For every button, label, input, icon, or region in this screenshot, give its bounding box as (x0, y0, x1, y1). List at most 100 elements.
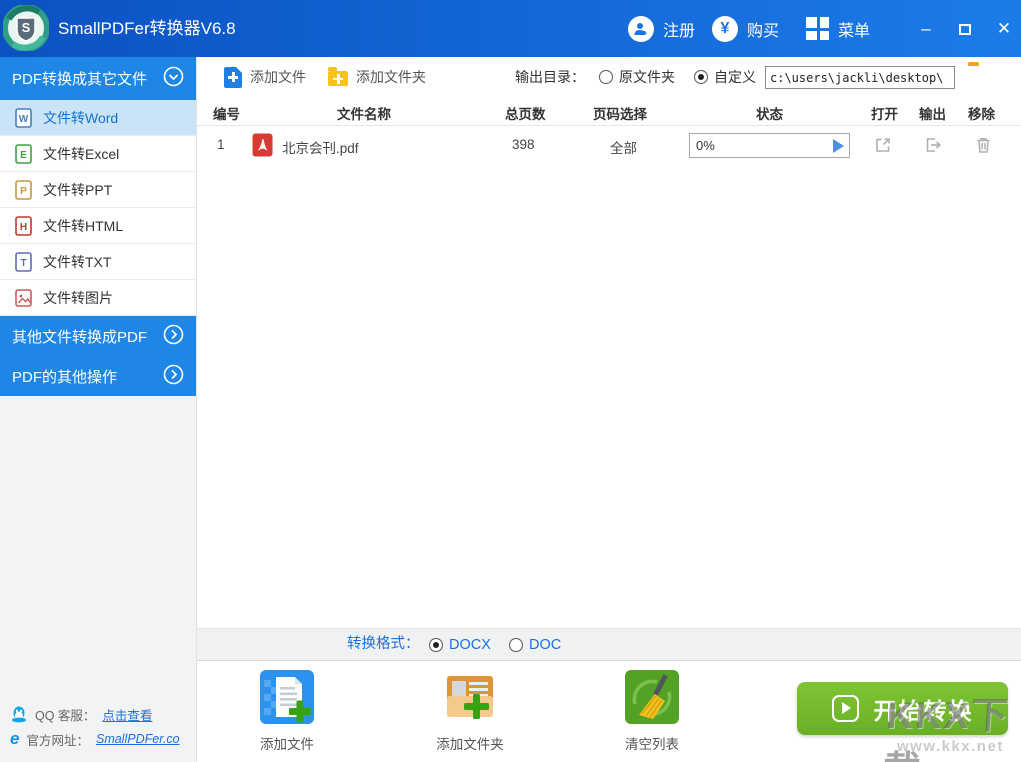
table-header: 编号 文件名称 总页数 页码选择 状态 打开 输出 移除 (197, 97, 1021, 126)
sidebar-items: W 文件转Word E 文件转Excel P 文件转PPT (0, 100, 196, 316)
official-site-row: e 官方网址： SmallPDFer.co (10, 729, 180, 749)
col-number: 编号 (213, 103, 240, 123)
radio-original-folder-label: 原文件夹 (619, 67, 675, 87)
play-icon (832, 695, 859, 722)
col-page-range: 页码选择 (593, 103, 647, 123)
official-site-label: 官方网址： (26, 730, 89, 749)
radio-docx-control[interactable] (429, 638, 443, 652)
sidebar-item-label: 文件转Word (43, 108, 118, 128)
sidebar-item-pdf-to-image[interactable]: 文件转图片 (0, 280, 196, 316)
format-label: 转换格式： (347, 629, 420, 660)
trash-icon[interactable] (974, 135, 993, 158)
txt-doc-icon: T (15, 252, 32, 272)
add-folder-big-icon (443, 670, 497, 724)
minimize-button[interactable]: – (911, 14, 941, 44)
format-option-docx[interactable]: DOCX (429, 629, 491, 660)
file-name: 北京会刊.pdf (282, 137, 359, 157)
col-remove: 移除 (968, 103, 995, 123)
add-file-label: 添加文件 (250, 67, 306, 87)
section-label: PDF转换成其它文件 (12, 68, 147, 89)
radio-doc-control[interactable] (509, 638, 523, 652)
svg-text:T: T (20, 258, 26, 269)
row-start-play-icon[interactable] (833, 139, 844, 153)
sidebar-footer: QQ 客服： 点击查看 e 官方网址： SmallPDFer.co (10, 704, 180, 749)
chevron-down-circle-icon (163, 66, 184, 91)
radio-custom-folder[interactable]: 自定义 (694, 57, 756, 97)
sidebar-item-label: 文件转HTML (43, 216, 123, 236)
excel-doc-icon: E (15, 144, 32, 164)
register-button[interactable]: 注册 (628, 0, 695, 57)
radio-custom-folder-control[interactable] (694, 70, 708, 84)
sidebar-item-pdf-to-word[interactable]: W 文件转Word (0, 100, 196, 136)
app-window: S SmallPDFer转换器V6.8 注册 ¥ 购买 菜单 – (0, 0, 1021, 762)
radio-original-folder-control[interactable] (599, 70, 613, 84)
word-doc-icon: W (15, 108, 32, 128)
sidebar: PDF转换成其它文件 W 文件转Word E (0, 57, 197, 762)
sidebar-item-pdf-to-excel[interactable]: E 文件转Excel (0, 136, 196, 172)
sidebar-section-pdf-other-ops[interactable]: PDF的其他操作 (0, 356, 196, 396)
add-file-icon (224, 67, 242, 88)
buy-button[interactable]: ¥ 购买 (712, 0, 779, 57)
register-label: 注册 (663, 17, 695, 41)
radio-original-folder[interactable]: 原文件夹 (599, 57, 675, 97)
browser-e-icon: e (10, 730, 19, 748)
progress-bar: 0% (689, 133, 850, 158)
sidebar-item-pdf-to-html[interactable]: H 文件转HTML (0, 208, 196, 244)
add-folder-icon (328, 71, 348, 86)
menu-button[interactable]: 菜单 (806, 0, 870, 57)
register-user-icon (628, 16, 654, 42)
qq-support-link[interactable]: 点击查看 (102, 705, 152, 724)
svg-text:H: H (20, 222, 27, 233)
sidebar-section-other-to-pdf[interactable]: 其他文件转换成PDF (0, 316, 196, 356)
maximize-icon (959, 24, 971, 35)
col-filename: 文件名称 (337, 103, 391, 123)
output-folder-icon[interactable] (923, 135, 943, 158)
main-panel: 添加文件 添加文件夹 输出目录： 原文件夹 自定义 编号 文件名称 (197, 57, 1021, 762)
output-path-input[interactable] (765, 66, 955, 89)
col-pages: 总页数 (505, 103, 546, 123)
add-file-toolbar-button[interactable]: 添加文件 (224, 57, 306, 97)
add-file-big-button[interactable]: 添加文件 (232, 670, 342, 753)
qq-support-row: QQ 客服： 点击查看 (10, 704, 180, 724)
radio-custom-folder-label: 自定义 (714, 67, 756, 87)
file-page-range[interactable]: 全部 (610, 137, 637, 157)
add-folder-toolbar-button[interactable]: 添加文件夹 (328, 57, 426, 97)
clear-list-broom-icon (625, 670, 679, 724)
add-folder-label: 添加文件夹 (356, 67, 426, 87)
app-logo-icon: S (3, 5, 49, 51)
official-site-link[interactable]: SmallPDFer.co (96, 732, 180, 746)
sidebar-item-label: 文件转TXT (43, 252, 111, 272)
format-option-doc[interactable]: DOC (509, 629, 561, 660)
toolbar: 添加文件 添加文件夹 输出目录： 原文件夹 自定义 (197, 57, 1021, 97)
col-open: 打开 (871, 103, 898, 123)
open-file-icon[interactable] (873, 135, 893, 158)
maximize-button[interactable] (950, 14, 980, 44)
kkx-watermark-url: www.kkx.net (897, 738, 1004, 755)
format-docx-label: DOCX (449, 637, 491, 653)
html-doc-icon: H (15, 216, 32, 236)
col-output: 输出 (919, 103, 946, 123)
add-folder-big-button[interactable]: 添加文件夹 (415, 670, 525, 753)
svg-text:W: W (19, 114, 29, 125)
file-pages: 398 (512, 137, 535, 152)
sidebar-item-pdf-to-ppt[interactable]: P 文件转PPT (0, 172, 196, 208)
start-conversion-button[interactable]: 开始转换 (797, 682, 1008, 735)
pdf-file-icon (252, 133, 273, 160)
sidebar-section-pdf-to-other[interactable]: PDF转换成其它文件 (0, 57, 196, 100)
progress-text: 0% (696, 138, 715, 153)
sidebar-item-pdf-to-txt[interactable]: T 文件转TXT (0, 244, 196, 280)
grid-menu-icon (806, 17, 829, 40)
start-conversion-label: 开始转换 (874, 692, 974, 726)
qq-penguin-icon (10, 705, 28, 723)
close-button[interactable]: ✕ (989, 14, 1019, 44)
qq-support-label: QQ 客服： (35, 705, 95, 724)
titlebar: S SmallPDFer转换器V6.8 注册 ¥ 购买 菜单 – (0, 0, 1021, 57)
app-title: SmallPDFer转换器V6.8 (58, 0, 236, 57)
svg-text:P: P (20, 186, 27, 197)
svg-text:E: E (20, 150, 27, 161)
sidebar-item-label: 文件转图片 (43, 288, 113, 308)
add-folder-big-label: 添加文件夹 (415, 733, 525, 753)
browse-folder-button[interactable] (968, 66, 998, 89)
add-file-big-icon (260, 670, 314, 724)
clear-list-big-button[interactable]: 清空列表 (597, 670, 707, 753)
